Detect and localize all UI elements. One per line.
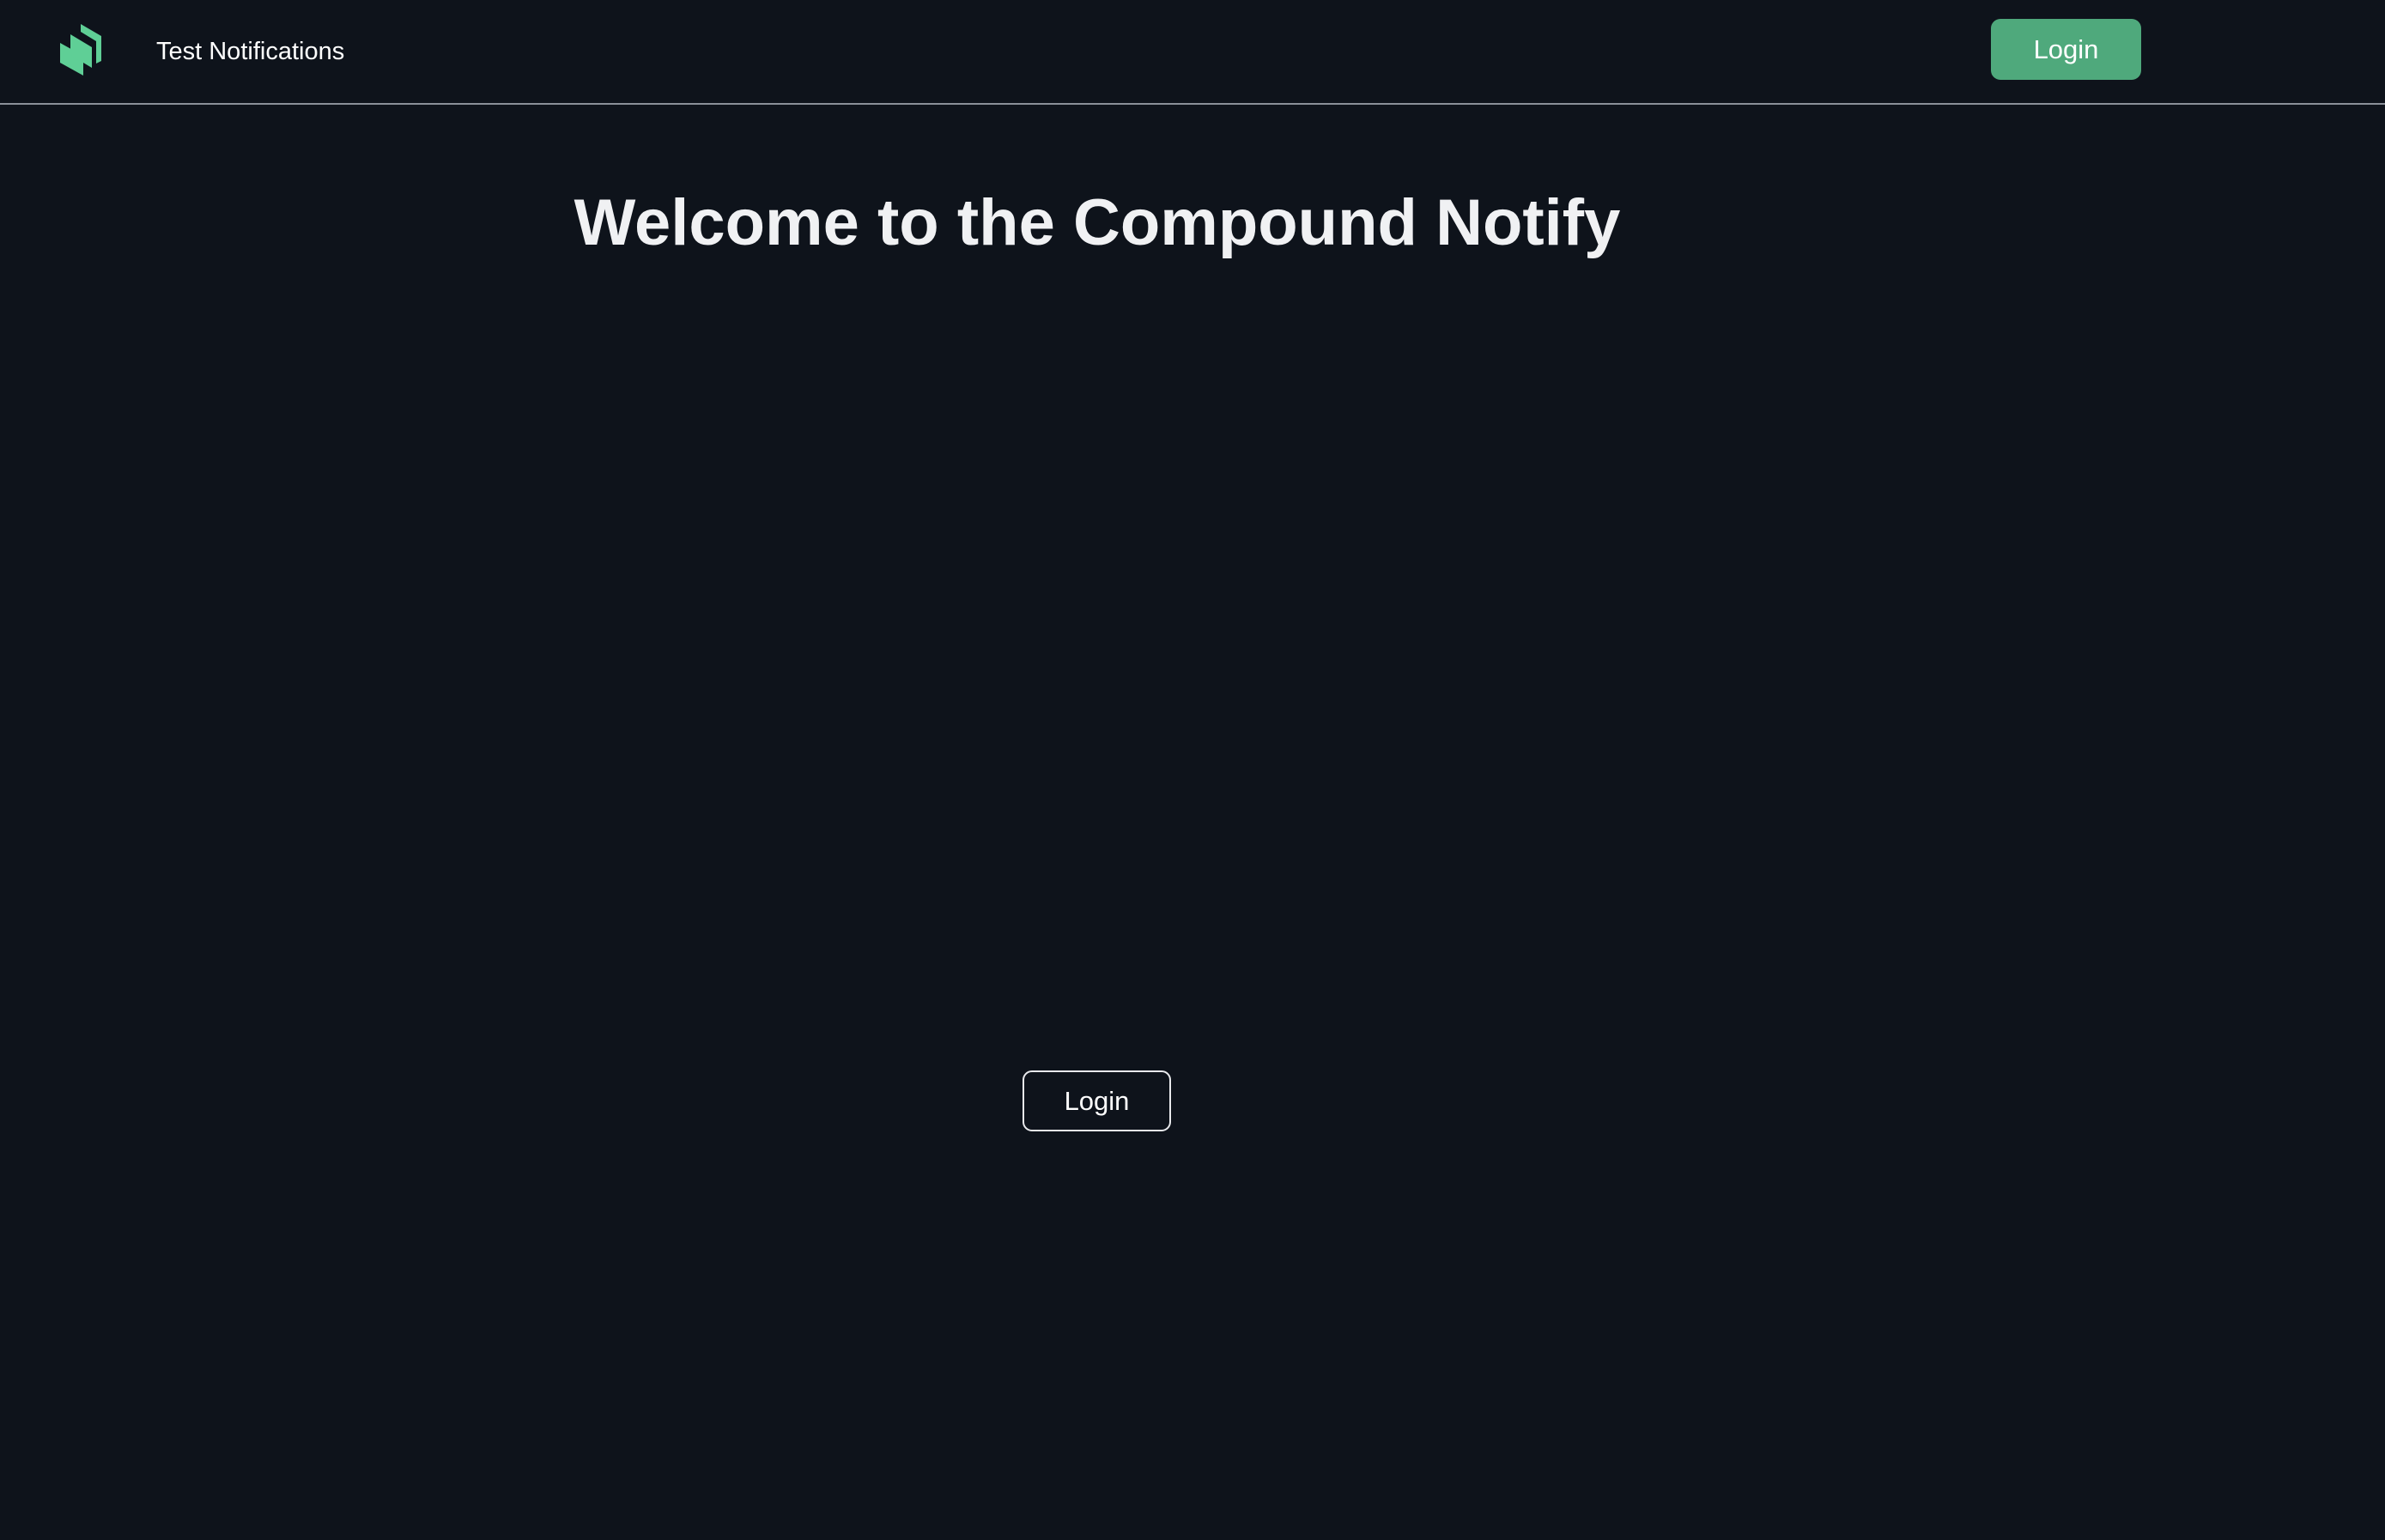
compound-logo-icon[interactable] [60,24,103,76]
login-button[interactable]: Login [1991,19,2141,80]
page-title: Welcome to the Compound Notify [573,186,1621,259]
nav-link-test-notifications[interactable]: Test Notifications [156,34,344,69]
top-navbar: Test Notifications Login [0,0,2385,105]
main-login-button[interactable]: Login [1023,1070,1171,1131]
